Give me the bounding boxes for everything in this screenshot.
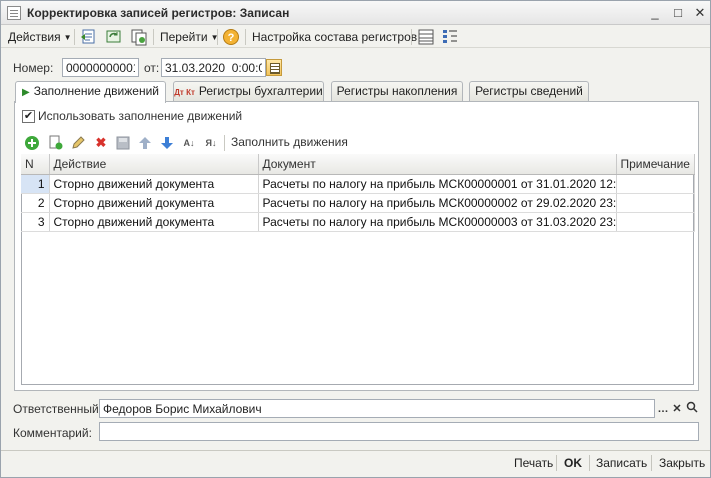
comment-label: Комментарий: xyxy=(13,426,92,440)
row-number: 2 xyxy=(21,193,50,213)
row-note xyxy=(616,193,695,213)
comment-field[interactable] xyxy=(99,422,699,441)
number-label: Номер: xyxy=(13,61,54,75)
chevron-down-icon: ▼ xyxy=(63,33,72,42)
footer-divider xyxy=(589,455,590,471)
help-icon-glyph: ? xyxy=(228,32,235,44)
maximize-button[interactable]: □ xyxy=(669,4,687,22)
minimize-button[interactable]: _ xyxy=(646,4,664,22)
tab-fill-movements[interactable]: ▶ Заполнение движений xyxy=(15,81,166,103)
calendar-icon[interactable] xyxy=(266,59,282,76)
row-number: 1 xyxy=(21,174,50,194)
row-note xyxy=(616,174,695,194)
row-action: Сторно движений документа xyxy=(49,174,259,194)
row-document: Расчеты по налогу на прибыль МСК00000002… xyxy=(258,193,617,213)
document-icon xyxy=(7,6,21,20)
toolbar-divider xyxy=(153,29,154,45)
table-row[interactable]: 2 Сторно движений документа Расчеты по н… xyxy=(21,193,695,213)
tab-label: Регистры бухгалтерии xyxy=(198,84,323,98)
tab-label: Регистры сведений xyxy=(475,84,583,98)
goto-menu-button[interactable]: Перейти ▼ xyxy=(160,29,218,45)
tab-information-registers[interactable]: Регистры сведений xyxy=(469,81,589,102)
sort-ascending-icon[interactable]: A↓ xyxy=(181,135,197,151)
fill-movements-panel: ✔ Использовать заполнение движений ✖ A↓ xyxy=(14,101,699,391)
footer-divider xyxy=(556,455,557,471)
main-toolbar: Действия ▼ Перейти ▼ ? Настройка состава р… xyxy=(1,26,710,48)
goto-menu-label: Перейти xyxy=(160,30,208,44)
column-header-n[interactable]: N xyxy=(21,154,50,175)
use-fill-checkbox[interactable]: ✔ xyxy=(22,110,35,123)
fill-movements-button[interactable]: Заполнить движения xyxy=(231,135,348,149)
save-disk-icon[interactable] xyxy=(115,135,131,151)
toolbar-divider xyxy=(411,29,412,45)
refresh-doc-icon[interactable] xyxy=(105,28,123,46)
responsible-field[interactable] xyxy=(99,399,655,418)
tab-accumulation-registers[interactable]: Регистры накопления xyxy=(331,81,463,102)
use-fill-label: Использовать заполнение движений xyxy=(38,109,243,123)
register-settings-button[interactable]: Настройка состава регистров xyxy=(252,29,417,45)
select-ellipsis-button[interactable]: … xyxy=(656,401,670,417)
row-document: Расчеты по налогу на прибыль МСК00000003… xyxy=(258,212,617,232)
number-field[interactable] xyxy=(62,58,139,77)
tab-accounting-registers[interactable]: Дт Кт Регистры бухгалтерии xyxy=(173,81,324,102)
move-down-icon[interactable] xyxy=(159,135,175,151)
date-field[interactable] xyxy=(161,58,266,77)
sort-descending-icon[interactable]: Я↓ xyxy=(203,135,219,151)
tab-label: Регистры накопления xyxy=(336,84,458,98)
save-button[interactable]: Записать xyxy=(596,456,647,470)
tab-label: Заполнение движений xyxy=(33,84,159,98)
table-row[interactable]: 1 Сторно движений документа Расчеты по н… xyxy=(21,174,695,194)
copy-doc-icon[interactable] xyxy=(130,28,148,46)
toolbar-divider xyxy=(245,29,246,45)
copy-row-icon[interactable] xyxy=(48,135,64,151)
tree-view-icon[interactable] xyxy=(441,28,459,46)
title-bar: Корректировка записей регистров: Записан… xyxy=(1,1,710,25)
row-action: Сторно движений документа xyxy=(49,212,259,232)
post-and-close-icon[interactable] xyxy=(80,28,98,46)
play-icon: ▶ xyxy=(22,87,30,98)
toolbar-divider xyxy=(74,29,75,45)
window-title: Корректировка записей регистров: Записан xyxy=(27,6,290,20)
help-icon[interactable]: ? xyxy=(222,28,240,46)
search-icon[interactable] xyxy=(685,401,699,417)
footer-divider xyxy=(1,450,710,451)
debit-credit-icon: Дт Кт xyxy=(174,88,195,97)
toolbar-divider xyxy=(224,135,225,151)
actions-menu-button[interactable]: Действия ▼ xyxy=(8,29,72,45)
move-up-icon[interactable] xyxy=(137,135,153,151)
column-header-note[interactable]: Примечание xyxy=(616,154,695,175)
row-number: 3 xyxy=(21,212,50,232)
add-icon[interactable] xyxy=(24,135,40,151)
ok-button[interactable]: OK xyxy=(564,456,582,470)
toolbar-divider xyxy=(217,29,218,45)
movements-table: N Действие Документ Примечание 1 Сторно … xyxy=(21,154,695,232)
window: Корректировка записей регистров: Записан… xyxy=(0,0,711,478)
list-view-icon[interactable] xyxy=(417,28,435,46)
close-window-button[interactable]: ✕ xyxy=(691,4,709,22)
responsible-label: Ответственный: xyxy=(13,402,103,416)
footer-divider xyxy=(651,455,652,471)
table-header-row: N Действие Документ Примечание xyxy=(21,154,695,175)
edit-icon[interactable] xyxy=(70,135,86,151)
column-header-action[interactable]: Действие xyxy=(49,154,259,175)
actions-menu-label: Действия xyxy=(8,30,61,44)
print-button[interactable]: Печать xyxy=(514,456,553,470)
clear-icon[interactable]: ✕ xyxy=(670,401,684,417)
table-row[interactable]: 3 Сторно движений документа Расчеты по н… xyxy=(21,212,695,232)
row-note xyxy=(616,212,695,232)
close-button[interactable]: Закрыть xyxy=(659,456,705,470)
delete-icon[interactable]: ✖ xyxy=(93,135,109,151)
row-document: Расчеты по налогу на прибыль МСК00000001… xyxy=(258,174,617,194)
date-label: от: xyxy=(144,61,160,75)
column-header-document[interactable]: Документ xyxy=(258,154,617,175)
movements-toolbar: ✖ A↓ Я↓ Заполнить движения xyxy=(21,133,691,153)
row-action: Сторно движений документа xyxy=(49,193,259,213)
